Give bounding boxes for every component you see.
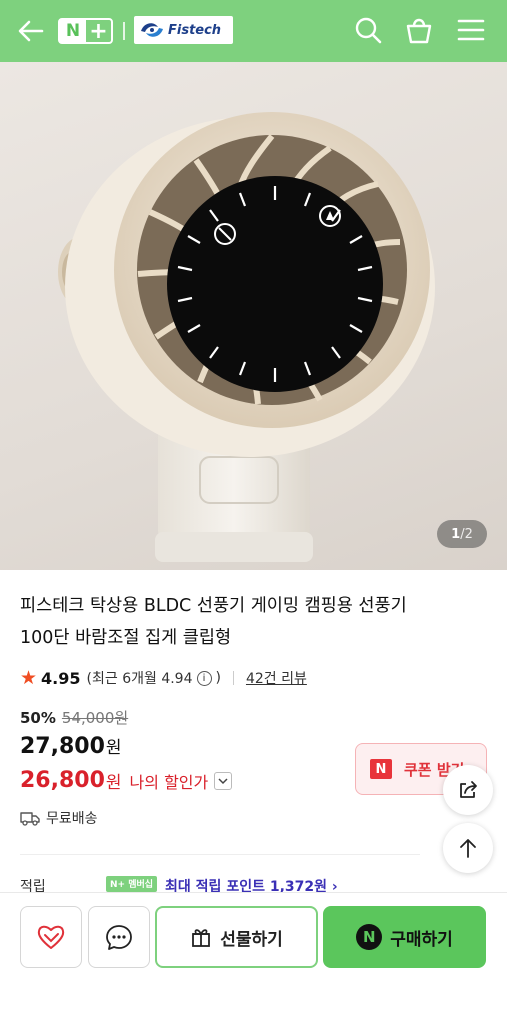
review-count-link[interactable]: 42건 리뷰: [246, 668, 307, 688]
truck-icon: [20, 812, 40, 826]
arrow-left-icon[interactable]: [16, 16, 46, 46]
my-discount-label: 나의 할인가: [129, 772, 209, 792]
fan-product-illustration: [58, 112, 435, 562]
nplus-plus: +: [89, 18, 108, 44]
original-price: 54,000원: [61, 709, 129, 727]
buy-label: 구매하기: [390, 929, 453, 950]
gift-label: 선물하기: [220, 929, 283, 950]
fan-swirl-icon: [141, 23, 163, 37]
brand-name: Fistech: [168, 22, 222, 38]
header-divider: [123, 22, 125, 40]
product-title-line1: 피스테크 탁상용 BLDC 선풍기 게이밍 캠핑용 선풍기: [20, 596, 407, 616]
image-pager: 1 / 2: [437, 520, 487, 548]
product-image[interactable]: 1 / 2: [0, 62, 507, 570]
share-button[interactable]: [443, 765, 493, 815]
my-price-amount: 26,800: [20, 768, 105, 793]
product-title-line2: 100단 바람조절 집게 클립형: [20, 628, 232, 648]
naver-pay-badge: N: [356, 924, 383, 950]
sale-price-amount: 27,800: [20, 734, 105, 759]
wishlist-button[interactable]: [20, 906, 82, 968]
sale-price-unit: 원: [105, 738, 122, 758]
rating-divider: [232, 671, 234, 685]
chat-button[interactable]: [88, 906, 150, 968]
info-icon[interactable]: i: [196, 670, 212, 686]
star-icon: ★: [20, 667, 38, 689]
chevron-down-icon[interactable]: [214, 771, 233, 790]
rating-row: ★ 4.95 (최근 6개월 4.94 i ) 42건 리뷰: [20, 666, 307, 690]
shipping-row: 무료배송: [20, 808, 98, 828]
search-icon[interactable]: [352, 14, 384, 46]
shopping-basket-icon[interactable]: [403, 14, 435, 46]
sale-price: 27,800원: [20, 733, 122, 759]
gift-icon: [192, 929, 211, 947]
brand-logo[interactable]: Fistech: [134, 16, 233, 44]
naver-plus-badge[interactable]: N +: [58, 18, 113, 44]
chat-bubble-icon: [106, 925, 132, 950]
discount-percent: 50%: [20, 708, 56, 727]
discount-row: 50% 54,000원: [20, 707, 128, 728]
heart-icon: [37, 925, 65, 949]
pager-current: 1: [451, 526, 461, 542]
rating-score: 4.95: [41, 668, 81, 688]
my-price-unit: 원: [105, 773, 122, 793]
coupon-n-badge: N: [370, 759, 392, 779]
section-divider: [20, 854, 420, 855]
gift-button[interactable]: 선물하기: [155, 906, 318, 968]
shipping-label: 무료배송: [46, 811, 98, 827]
nplus-letter: N: [60, 20, 86, 42]
menu-icon[interactable]: [455, 14, 487, 46]
recent-rating-close: ): [215, 670, 221, 686]
membership-badge: N+ 멤버십: [106, 876, 158, 892]
arrow-up-icon: [460, 839, 476, 858]
scroll-top-button[interactable]: [443, 823, 493, 873]
share-icon: [460, 781, 477, 798]
product-title: 피스테크 탁상용 BLDC 선풍기 게이밍 캠핑용 선풍기 100단 바람조절 …: [20, 590, 480, 654]
top-bar: N + Fistech: [0, 0, 507, 62]
recent-rating: (최근 6개월 4.94: [86, 671, 193, 687]
buy-button[interactable]: N 구매하기: [323, 906, 486, 968]
my-price-row[interactable]: 26,800 원 나의 할인가: [20, 768, 233, 793]
bottom-action-bar: 선물하기 N 구매하기: [0, 892, 507, 1024]
pager-total: 2: [464, 526, 473, 542]
